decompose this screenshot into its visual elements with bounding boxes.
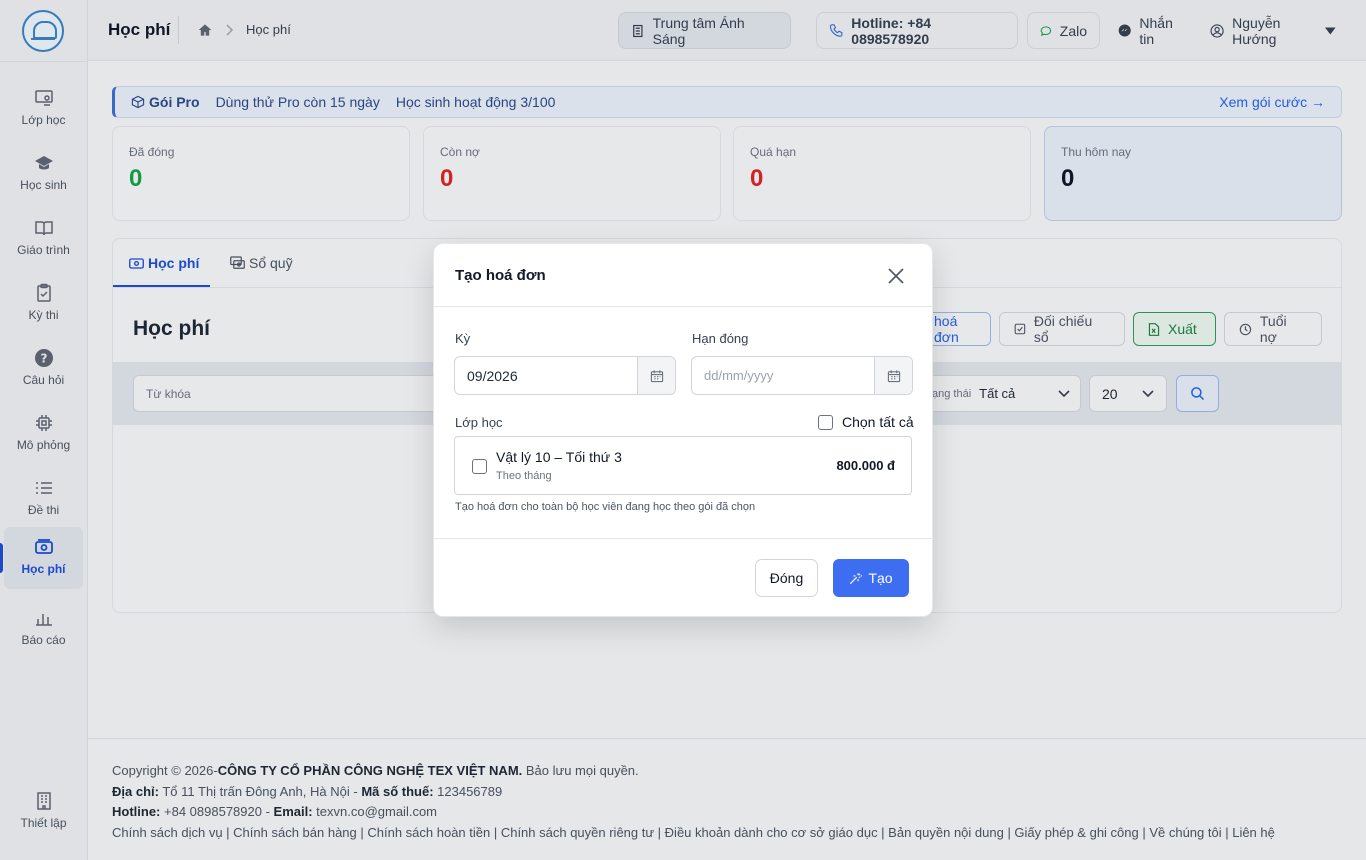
class-option[interactable]: Vật lý 10 – Tối thứ 3 Theo tháng 800.000…: [454, 436, 912, 495]
close-icon[interactable]: [886, 266, 906, 286]
dialog-title: Tạo hoá đơn: [455, 267, 546, 284]
due-date-label: Hạn đóng: [692, 331, 749, 346]
create-button-label: Tạo: [868, 570, 893, 586]
class-label: Lớp học: [455, 415, 503, 430]
create-invoice-dialog: Tạo hoá đơn Kỳ 09/2026 Hạn đóng dd/mm/yy…: [433, 243, 933, 617]
calendar-button[interactable]: [637, 357, 675, 394]
select-all-checkbox[interactable]: Chọn tất cả: [818, 414, 914, 430]
calendar-icon: [887, 369, 900, 382]
calendar-icon: [650, 369, 663, 382]
due-date-field[interactable]: dd/mm/yyyy: [691, 356, 913, 395]
dialog-hint: Tạo hoá đơn cho toàn bộ học viên đang họ…: [455, 501, 756, 513]
class-name: Vật lý 10 – Tối thứ 3: [496, 449, 622, 465]
class-billing-type: Theo tháng: [496, 470, 552, 482]
due-date-placeholder: dd/mm/yyyy: [704, 368, 774, 383]
class-price: 800.000 đ: [836, 458, 895, 473]
select-all-label: Chọn tất cả: [842, 414, 914, 430]
checkbox-box[interactable]: [818, 414, 833, 430]
dialog-footer-divider: [434, 538, 932, 539]
calendar-button[interactable]: [874, 357, 912, 394]
period-field[interactable]: 09/2026: [454, 356, 676, 395]
period-value: 09/2026: [467, 367, 518, 384]
dialog-header: Tạo hoá đơn: [434, 244, 932, 307]
class-checkbox[interactable]: [472, 459, 487, 474]
close-button[interactable]: Đóng: [755, 559, 818, 597]
magic-wand-icon: [850, 572, 863, 584]
create-button[interactable]: Tạo: [833, 559, 909, 597]
period-label: Kỳ: [455, 331, 471, 346]
